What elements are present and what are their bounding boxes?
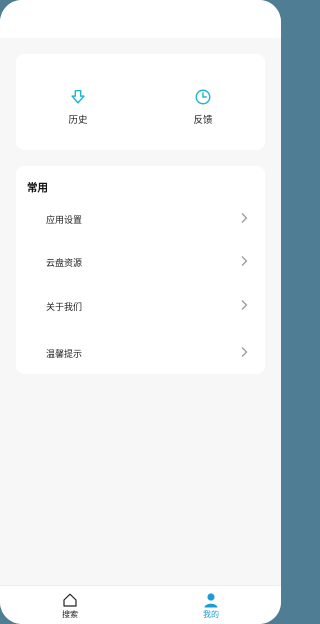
download-arrow-icon bbox=[71, 89, 85, 104]
top-bar bbox=[0, 0, 281, 38]
quick-actions-card: 历史 反馈 bbox=[16, 54, 265, 150]
tab-mine[interactable]: 我的 bbox=[191, 592, 231, 620]
chevron-right-icon bbox=[241, 347, 248, 357]
history-label: 历史 bbox=[68, 115, 88, 126]
home-icon bbox=[63, 593, 77, 607]
list-item-label: 云盘资源 bbox=[46, 259, 83, 269]
feedback-label: 反馈 bbox=[193, 115, 213, 126]
tab-search[interactable]: 搜索 bbox=[50, 592, 90, 620]
tab-label: 搜索 bbox=[62, 610, 78, 619]
section-title: 常用 bbox=[27, 182, 48, 194]
phone-screen: 历史 反馈 常用 应用设置 云盘资源 关于我们 温馨提示 搜索 我的 bbox=[0, 0, 281, 624]
list-item-tips[interactable]: 温馨提示 bbox=[16, 338, 265, 368]
bottom-tab-bar: 搜索 我的 bbox=[0, 585, 281, 624]
chevron-right-icon bbox=[241, 213, 248, 223]
feedback-button[interactable]: 反馈 bbox=[173, 88, 233, 126]
chevron-right-icon bbox=[241, 256, 248, 266]
common-section-card: 常用 应用设置 云盘资源 关于我们 温馨提示 bbox=[16, 166, 265, 374]
clock-icon bbox=[195, 89, 211, 105]
tab-label: 我的 bbox=[203, 610, 219, 619]
list-item-label: 应用设置 bbox=[46, 216, 83, 226]
list-item-cloud-resources[interactable]: 云盘资源 bbox=[16, 247, 265, 277]
list-item-label: 关于我们 bbox=[46, 303, 83, 313]
user-icon bbox=[204, 593, 218, 608]
history-button[interactable]: 历史 bbox=[48, 88, 108, 126]
list-item-label: 温馨提示 bbox=[46, 350, 83, 360]
list-item-about-us[interactable]: 关于我们 bbox=[16, 291, 265, 321]
chevron-right-icon bbox=[241, 300, 248, 310]
list-item-app-settings[interactable]: 应用设置 bbox=[16, 204, 265, 234]
